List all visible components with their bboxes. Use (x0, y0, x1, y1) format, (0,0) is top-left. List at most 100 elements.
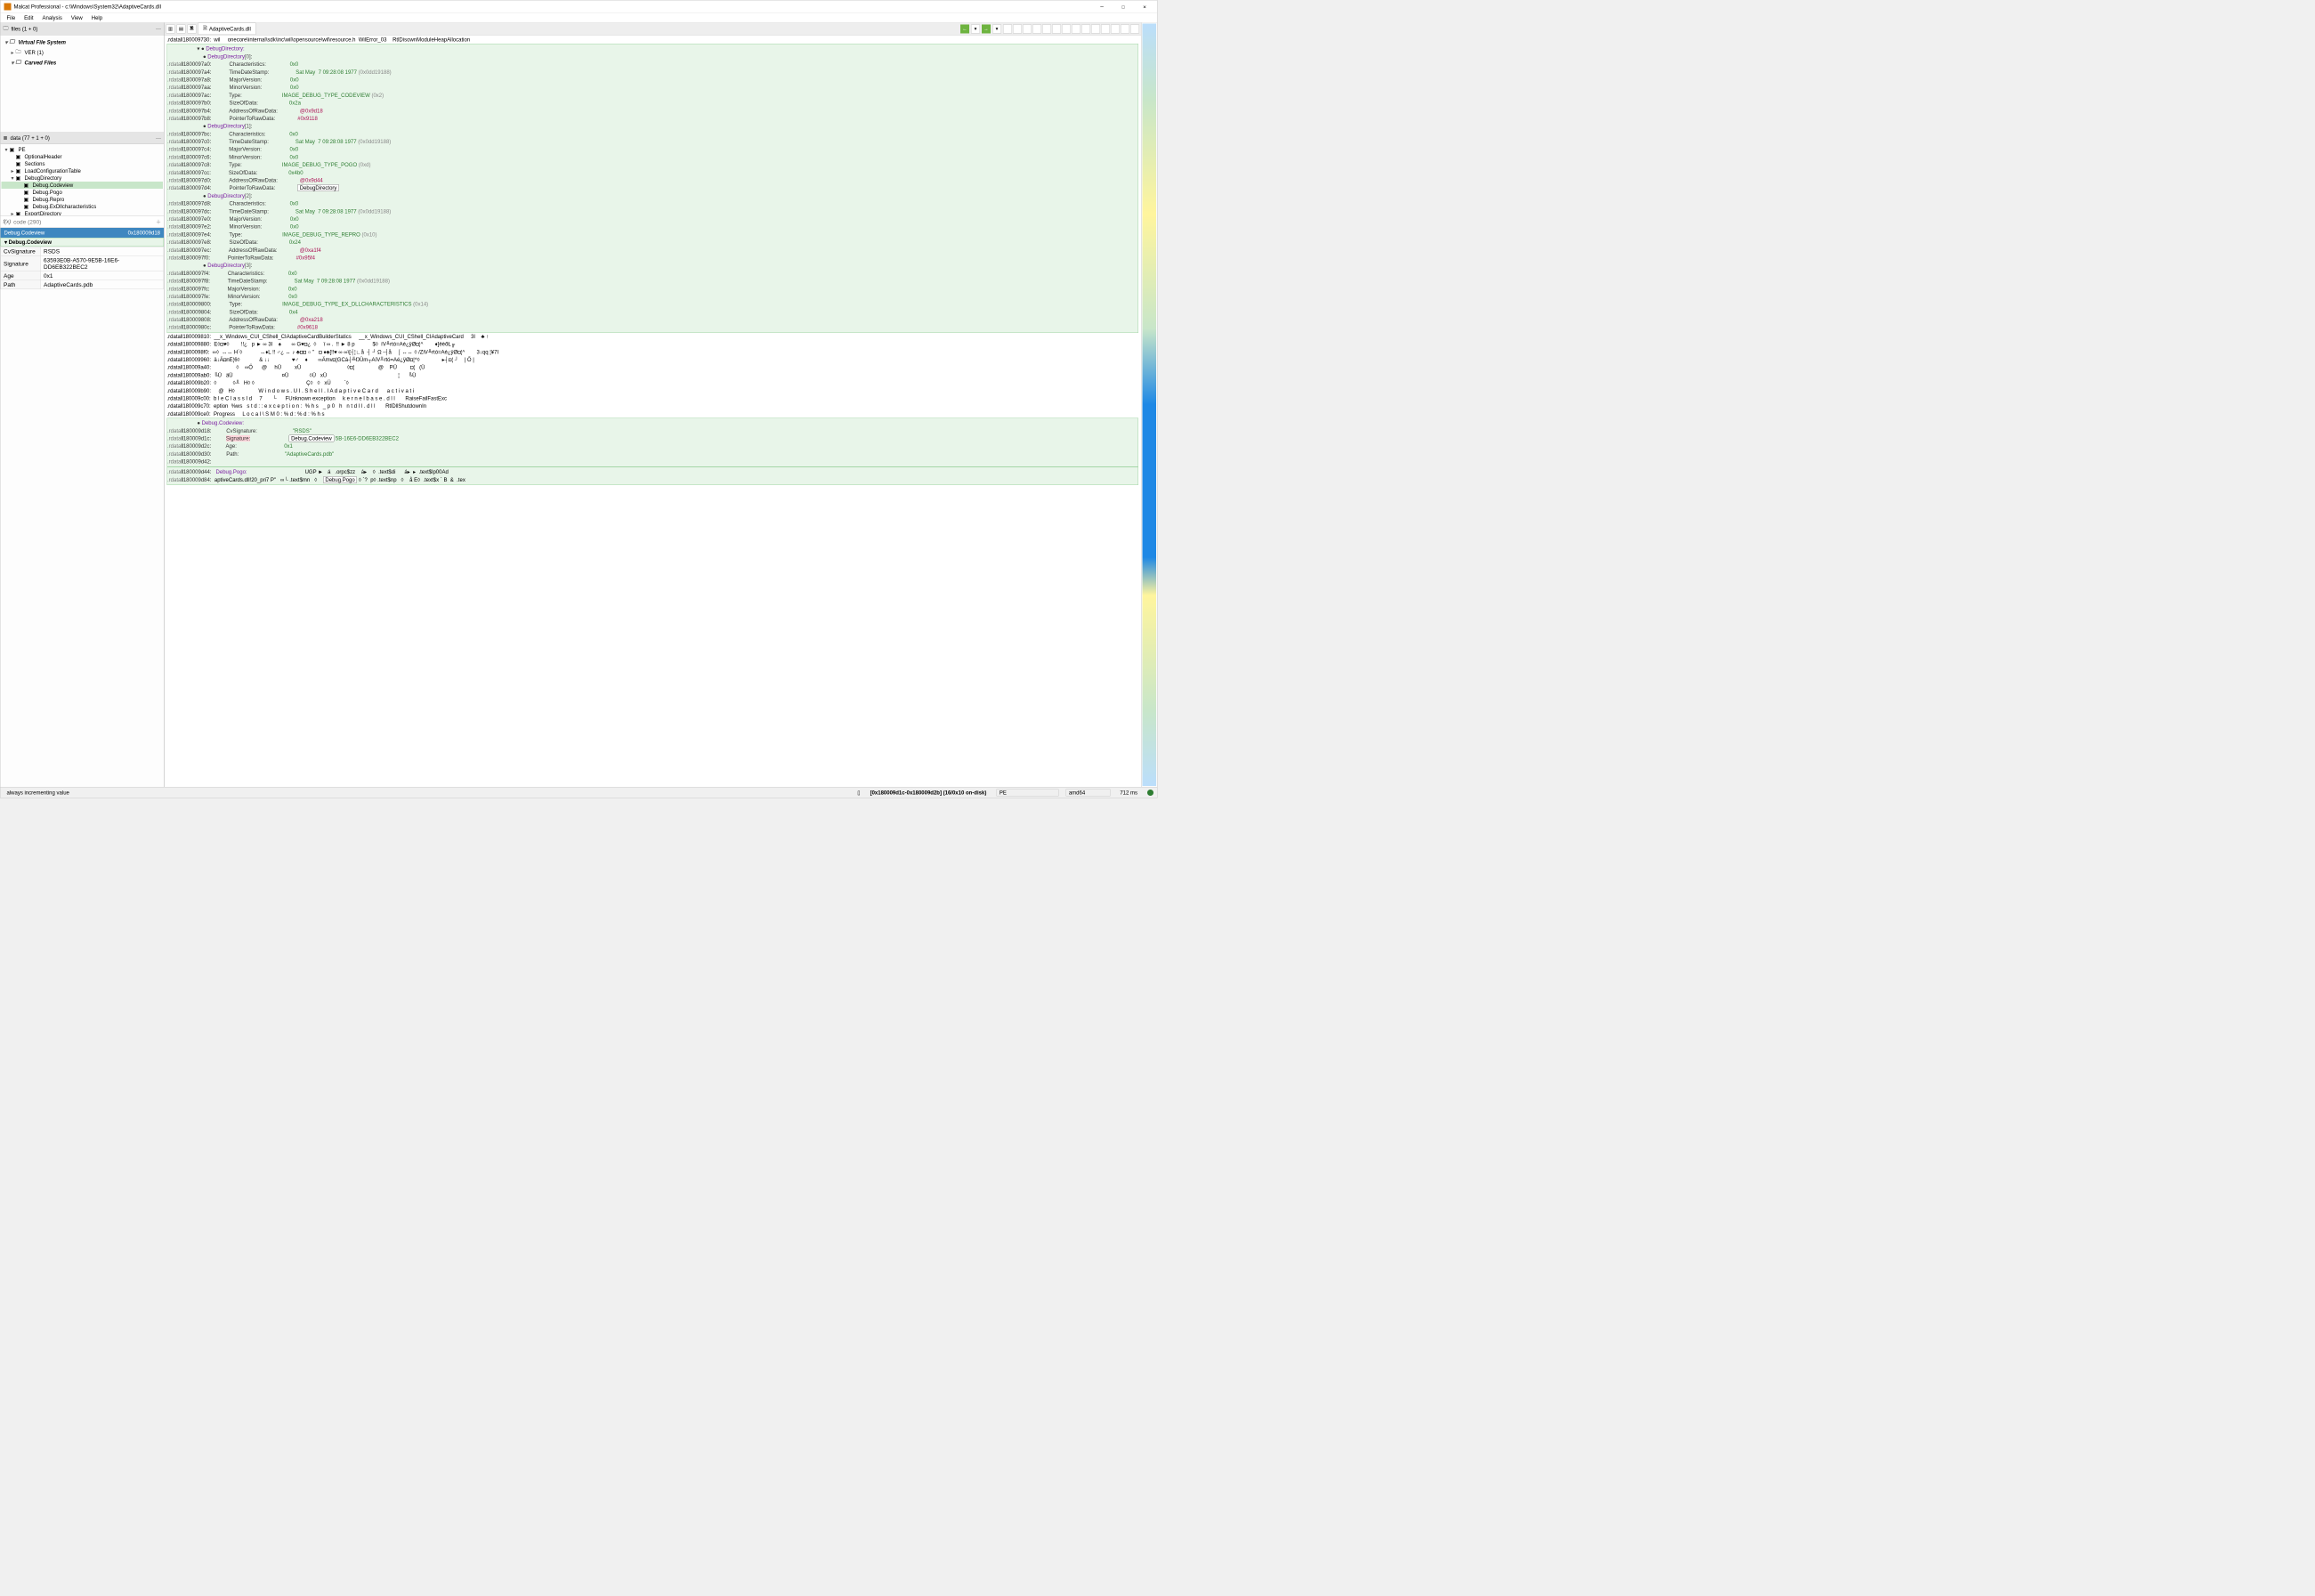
struct-icon: ▣ (16, 161, 23, 167)
data-tree-item[interactable]: ▣OptionalHeader (2, 153, 164, 160)
tool-12[interactable] (1111, 24, 1120, 33)
detail-struct-name: ▾ Debug.Codeview (1, 238, 165, 247)
tool-3[interactable] (1023, 24, 1032, 33)
tool-13[interactable] (1121, 24, 1129, 33)
detail-section-name: Debug.Codeview (4, 230, 45, 236)
collapse-icon[interactable]: — (156, 26, 161, 32)
struct-icon: ▣ (16, 175, 23, 182)
minimap[interactable] (1143, 24, 1157, 787)
tool-14[interactable] (1130, 24, 1139, 33)
data-tree-item[interactable]: ▣Debug.Pogo (2, 189, 164, 196)
tree-item-label: OptionalHeader (25, 154, 62, 160)
toolbar-icons (1003, 24, 1139, 33)
tab-list-icon[interactable]: ▤ (177, 24, 186, 33)
data-tree-item[interactable]: ▾▣DebugDirectory (2, 174, 164, 182)
data-tree-item[interactable]: ▸▣LoadConfigurationTable (2, 167, 164, 174)
app-icon (4, 3, 12, 10)
tool-7[interactable] (1062, 24, 1071, 33)
tree-item-label: DebugDirectory (25, 175, 62, 182)
status-left: always incrementing value (4, 790, 72, 796)
menu-analysis[interactable]: Analysis (39, 13, 66, 21)
expand-icon[interactable]: ▾ (4, 147, 10, 153)
data-tree-item[interactable]: ▣Debug.ExDllcharacteristics (2, 203, 164, 210)
nav-back-dropdown[interactable]: ▾ (971, 24, 980, 33)
data-tree-item[interactable]: ▣Sections (2, 160, 164, 167)
tree-item-label: PE (19, 147, 26, 153)
expand-icon[interactable]: ▾ (4, 39, 10, 45)
property-value[interactable]: 63593E0B-A570-9E5B-16E6-DD6EB322BEC2 (41, 255, 164, 271)
code-input[interactable] (13, 218, 153, 225)
expand-icon[interactable]: ▸ (10, 49, 16, 55)
status-format[interactable]: PE (996, 789, 1058, 796)
tab-new-icon[interactable]: ▥ (166, 24, 175, 33)
link-box[interactable]: Debug.Codeview (289, 434, 335, 442)
property-row: CvSignatureRSDS (1, 247, 164, 255)
tab-active[interactable]: 🗎 AdaptiveCards.dll (198, 23, 256, 36)
nav-fwd-button[interactable]: → (982, 24, 991, 33)
maximize-button[interactable]: ☐ (1114, 1, 1132, 12)
link-box[interactable]: DebugDirectory (297, 184, 339, 191)
data-panel-title: data (77 + 1 + 0) (11, 134, 50, 141)
files-panel-header[interactable]: 🗀 files (1 + 0) — (1, 23, 165, 36)
menubar: File Edit Analysis View Help (1, 13, 1158, 23)
expand-icon[interactable]: ▸ (10, 168, 16, 174)
folder-icon: 🗀 (16, 58, 23, 68)
struct-icon: ▣ (16, 154, 23, 160)
nav-fwd-dropdown[interactable]: ▾ (992, 24, 1001, 33)
hex-view[interactable]: .rdata‖180009730: wil onecore\internal\s… (165, 36, 1142, 788)
menu-edit[interactable]: Edit (20, 13, 36, 21)
expand-icon[interactable]: ▾ (10, 60, 16, 66)
tool-11[interactable] (1101, 24, 1110, 33)
close-button[interactable]: ✕ (1136, 1, 1153, 12)
add-icon[interactable]: ＋ (156, 218, 161, 226)
tool-5[interactable] (1042, 24, 1051, 33)
tool-1[interactable] (1003, 24, 1012, 33)
files-tree-item[interactable]: ▾🗀Virtual File System (2, 37, 164, 48)
property-row: Signature63593E0B-A570-9E5B-16E6-DD6EB32… (1, 255, 164, 271)
folder-icon: 🗀 (10, 37, 17, 47)
tab-doc-icon[interactable]: 🗎 (188, 24, 197, 33)
minimap-panel (1141, 23, 1157, 788)
tool-4[interactable] (1032, 24, 1041, 33)
property-value[interactable]: AdaptiveCards.pdb (41, 280, 164, 289)
tool-9[interactable] (1081, 24, 1090, 33)
link-box[interactable]: Debug.Pogo (323, 476, 357, 483)
collapse-icon[interactable]: — (156, 134, 161, 141)
tool-6[interactable] (1052, 24, 1061, 33)
menu-view[interactable]: View (68, 13, 86, 21)
menu-help[interactable]: Help (88, 13, 106, 21)
nav-back-button[interactable]: ← (960, 24, 969, 33)
property-value[interactable]: 0x1 (41, 271, 164, 280)
struct-icon: ▣ (16, 168, 23, 174)
struct-icon: ▣ (10, 147, 17, 153)
status-range: [0x180009d1c-0x180009d2b] (16/0x10 on-di… (868, 790, 990, 796)
file-icon: 🗎 (203, 24, 207, 34)
tree-item-label: Sections (25, 161, 45, 167)
property-row: Age0x1 (1, 271, 164, 280)
data-panel-header[interactable]: ≣ data (77 + 1 + 0) — (1, 132, 165, 144)
files-tree-item[interactable]: ▸🗀VER (1) (2, 47, 164, 58)
property-row: PathAdaptiveCards.pdb (1, 280, 164, 289)
data-tree-item[interactable]: ▣Debug.Codeview (2, 182, 164, 189)
left-panel: 🗀 files (1 + 0) — ▾🗀Virtual File System▸… (1, 23, 165, 788)
tool-10[interactable] (1091, 24, 1100, 33)
status-arch[interactable]: amd64 (1065, 789, 1110, 796)
status-ok-icon (1147, 790, 1153, 796)
expand-icon[interactable]: ▾ (10, 175, 16, 182)
menu-file[interactable]: File (4, 13, 20, 21)
tool-2[interactable] (1013, 24, 1022, 33)
minimize-button[interactable]: — (1093, 1, 1111, 12)
tree-item-label: Debug.Codeview (33, 182, 74, 189)
tree-item-label: Debug.ExDllcharacteristics (33, 204, 97, 210)
data-icon: ≣ (4, 134, 8, 141)
property-key: Age (1, 271, 41, 280)
fx-icon: f(x) (4, 219, 12, 225)
data-tree-item[interactable]: ▾▣PE (2, 146, 164, 153)
files-tree-item[interactable]: ▾🗀Carved Files (2, 58, 164, 69)
tree-item-label: Virtual File System (19, 39, 66, 45)
data-tree: ▾▣PE▣OptionalHeader▣Sections▸▣LoadConfig… (1, 144, 165, 215)
tool-8[interactable] (1072, 24, 1081, 33)
files-icon: 🗀 (4, 24, 9, 34)
data-tree-item[interactable]: ▣Debug.Repro (2, 196, 164, 203)
property-value[interactable]: RSDS (41, 247, 164, 255)
